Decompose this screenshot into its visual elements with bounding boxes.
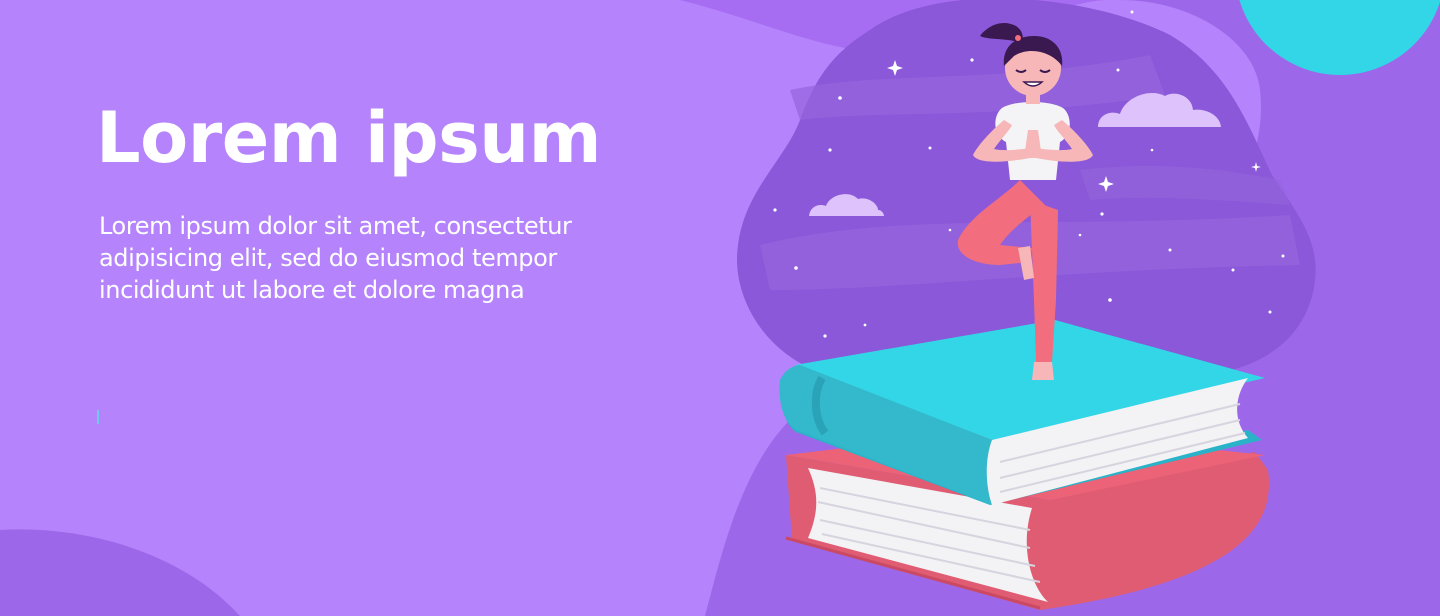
- hero-description: Lorem ipsum dolor sit amet, consectetur …: [99, 210, 639, 306]
- bottom-left-blob: [0, 529, 240, 616]
- star-icon: [1100, 212, 1104, 216]
- hero-title: Lorem ipsum: [96, 97, 602, 179]
- star-icon: [1116, 68, 1120, 72]
- star-icon: [863, 323, 867, 327]
- background-shapes: [0, 0, 1440, 616]
- star-icon: [1078, 233, 1082, 237]
- star-icon: [1268, 310, 1272, 314]
- hero-description-line: incididunt ut labore et dolore magna: [99, 276, 525, 304]
- star-icon: [970, 58, 974, 62]
- star-icon: [773, 208, 777, 212]
- star-icon: [1168, 248, 1172, 252]
- hero-description-line: Lorem ipsum dolor sit amet, consectetur: [99, 212, 572, 240]
- star-icon: [1281, 254, 1285, 258]
- star-icon: [1130, 10, 1134, 14]
- text-cursor-mark: [97, 410, 99, 424]
- star-icon: [1150, 148, 1154, 152]
- star-icon: [794, 266, 798, 270]
- hero-description-line: adipisicing elit, sed do eiusmod tempor: [99, 244, 557, 272]
- star-icon: [823, 334, 827, 338]
- star-icon: [828, 148, 832, 152]
- star-icon: [838, 96, 842, 100]
- star-icon: [1108, 298, 1112, 302]
- star-icon: [948, 228, 952, 232]
- star-icon: [928, 146, 932, 150]
- star-icon: [1231, 268, 1235, 272]
- yoga-illustration: [737, 0, 1316, 610]
